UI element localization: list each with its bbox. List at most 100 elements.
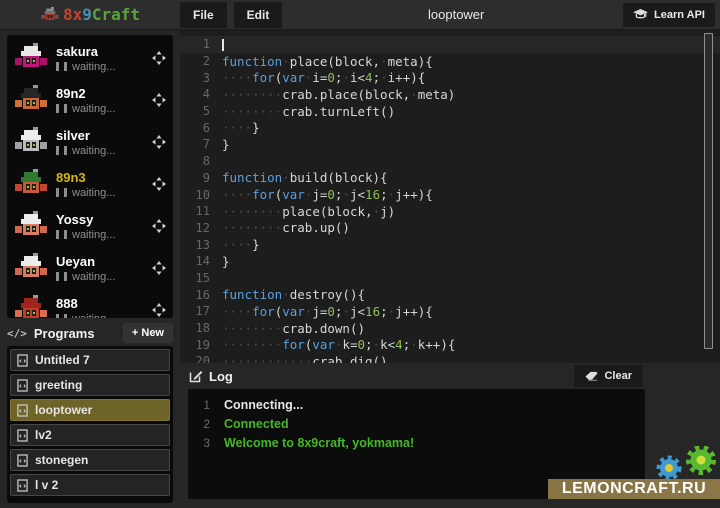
code-line: 17 ····for(var·j=0;·j<16;·j++){: [180, 303, 720, 320]
code-line: 8: [180, 153, 720, 170]
log-entry: 1 Connecting...: [188, 396, 645, 415]
player-row[interactable]: 89n3 waiting...: [7, 163, 173, 205]
code-line: 1: [180, 36, 720, 53]
move-icon[interactable]: [152, 135, 166, 149]
robot-icon: [14, 85, 48, 115]
player-info: 888 waiting...: [56, 296, 152, 319]
menu-file[interactable]: File: [180, 2, 227, 28]
pause-icon: [56, 314, 67, 318]
code-text: ····for(var·j=0;·j<16;·j++){: [222, 304, 433, 319]
log-edit-icon: [189, 369, 203, 383]
program-label: Untitled 7: [35, 353, 90, 367]
code-text: ········crab.turnLeft(): [222, 104, 395, 119]
line-number: 3: [180, 71, 210, 85]
move-icon[interactable]: [152, 219, 166, 233]
log-message: Connected: [224, 415, 289, 434]
line-number: 1: [180, 37, 210, 51]
program-file-icon: [17, 379, 28, 392]
code-text: ············crab.dig(): [222, 354, 388, 363]
log-title: Log: [209, 369, 574, 384]
sidebar: sakura waiting... 89n2 waiting... silver…: [0, 30, 180, 508]
log-entry: 3 Welcome to 8x9craft, yokmama!: [188, 434, 645, 453]
program-item[interactable]: greeting: [10, 374, 170, 396]
robot-icon: [14, 295, 48, 318]
pause-icon: [56, 188, 67, 197]
programs-title: Programs: [34, 326, 123, 341]
program-file-icon: [17, 479, 28, 492]
player-info: 89n3 waiting...: [56, 170, 152, 199]
line-number: 17: [180, 304, 210, 318]
code-text: }: [222, 137, 230, 152]
line-number: 14: [180, 254, 210, 268]
editor-scrollbar-thumb[interactable]: [704, 33, 713, 349]
player-info: Ueyan waiting...: [56, 254, 152, 283]
program-item[interactable]: l v 2: [10, 474, 170, 496]
move-icon[interactable]: [152, 303, 166, 317]
program-item[interactable]: lv2: [10, 424, 170, 446]
program-file-icon: [17, 404, 28, 417]
robot-icon: [14, 169, 48, 199]
new-program-button[interactable]: + New: [123, 323, 173, 343]
line-number: 9: [180, 171, 210, 185]
program-label: stonegen: [35, 453, 88, 467]
clear-log-button[interactable]: Clear: [574, 365, 643, 387]
player-status: waiting...: [56, 187, 152, 199]
code-text: function·place(block,·meta){: [222, 54, 433, 69]
clear-label: Clear: [604, 370, 632, 382]
code-text: ····for(var·j=0;·j<16;·j++){: [222, 187, 433, 202]
code-brackets-icon: </>: [7, 327, 27, 340]
pause-icon: [56, 146, 67, 155]
code-line: 3····for(var·i=0;·i<4;·i++){: [180, 69, 720, 86]
code-editor[interactable]: 12function·place(block,·meta){3····for(v…: [180, 30, 720, 363]
text-cursor: [222, 39, 224, 51]
programs-list: Untitled 7 greeting looptower lv2 stoneg…: [7, 346, 173, 503]
move-icon[interactable]: [152, 51, 166, 65]
player-row[interactable]: Yossy waiting...: [7, 205, 173, 247]
player-info: Yossy waiting...: [56, 212, 152, 241]
player-status: waiting...: [56, 313, 152, 319]
code-text: ········for(var·k=0;·k<4;·k++){: [222, 337, 455, 352]
player-row[interactable]: 89n2 waiting...: [7, 79, 173, 121]
player-name: Ueyan: [56, 254, 152, 269]
learn-api-button[interactable]: Learn API: [623, 3, 715, 27]
line-number: 8: [180, 154, 210, 168]
program-item[interactable]: stonegen: [10, 449, 170, 471]
program-item[interactable]: Untitled 7: [10, 349, 170, 371]
robot-icon: [14, 211, 48, 241]
robot-icon: [14, 43, 48, 73]
line-number: 19: [180, 338, 210, 352]
code-text: ····}: [222, 120, 260, 135]
code-text: ····}: [222, 237, 260, 252]
player-row[interactable]: sakura waiting...: [7, 37, 173, 79]
program-label: looptower: [35, 403, 92, 417]
code-line: 19 ········for(var·k=0;·k<4;·k++){: [180, 336, 720, 353]
menu-edit[interactable]: Edit: [234, 2, 283, 28]
code-text: ········crab.place(block,·meta): [222, 87, 455, 102]
move-icon[interactable]: [152, 261, 166, 275]
move-icon[interactable]: [152, 93, 166, 107]
log-line-number: 1: [188, 396, 210, 415]
line-number: 20: [180, 354, 210, 363]
player-name: 888: [56, 296, 152, 311]
code-line: 9function·build(block){: [180, 170, 720, 187]
top-bar: 8x9Craft File Edit looptower Learn API: [0, 0, 720, 30]
player-row[interactable]: Ueyan waiting...: [7, 247, 173, 289]
log-header: Log Clear: [180, 363, 720, 389]
robot-icon: [14, 253, 48, 283]
code-line: 11········place(block,·j): [180, 203, 720, 220]
line-number: 10: [180, 188, 210, 202]
watermark-bar: LEMONCRAFT.RU: [548, 479, 720, 499]
program-item[interactable]: looptower: [10, 399, 170, 421]
pause-icon: [56, 272, 67, 281]
log-line-number: 3: [188, 434, 210, 453]
player-row[interactable]: silver waiting...: [7, 121, 173, 163]
move-icon[interactable]: [152, 177, 166, 191]
player-name: 89n3: [56, 170, 152, 185]
eraser-icon: [585, 371, 598, 381]
line-number: 7: [180, 137, 210, 151]
player-row[interactable]: 888 waiting...: [7, 289, 173, 318]
player-status: waiting...: [56, 103, 152, 115]
line-number: 6: [180, 121, 210, 135]
log-message: Welcome to 8x9craft, yokmama!: [224, 434, 414, 453]
log-entry: 2 Connected: [188, 415, 645, 434]
